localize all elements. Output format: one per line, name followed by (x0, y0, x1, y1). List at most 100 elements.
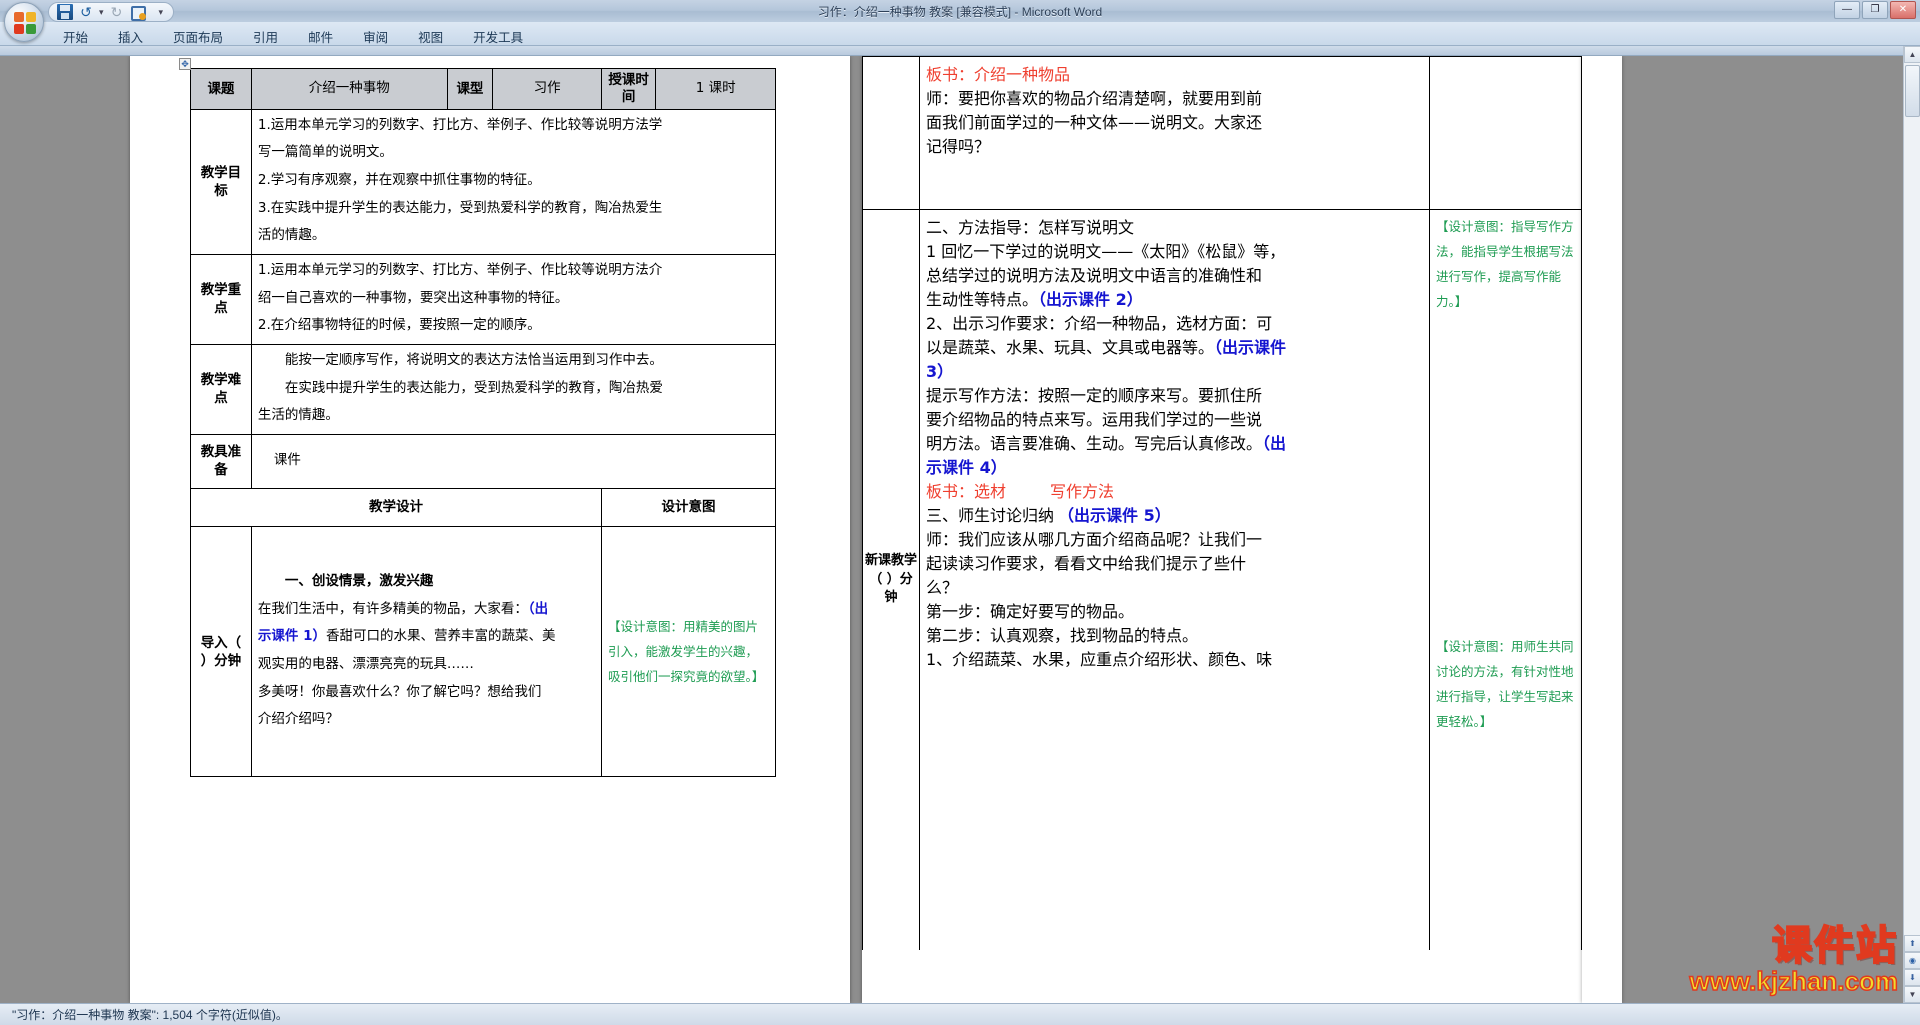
customize-qat-icon[interactable]: ▾ (159, 7, 164, 18)
cell-type-value[interactable]: 习作 (492, 68, 602, 110)
difficulties-label: 教学难点 (190, 343, 252, 435)
scroll-up-button[interactable]: ▲ (1904, 46, 1920, 63)
table-row-intro: 导入（ ）分钟 一、创设情景，激发兴趣 在我们生活中，有许多精美的物品，大家看：… (190, 526, 776, 778)
tab-home[interactable]: 开始 (48, 22, 103, 49)
vertical-scrollbar[interactable]: ▲ ⬆ ◉ ⬇ ▼ (1903, 46, 1920, 1003)
office-logo-icon (14, 12, 36, 34)
intro-line-6: 介绍介绍吗？ (257, 711, 339, 728)
objectives-line-2: 写一篇简单的说明文。 (257, 144, 393, 161)
design-header-left: 教学设计 (190, 487, 602, 528)
method-line-3-text: 生动性等特点。 (926, 290, 1039, 309)
requirement-line-1: 2、出示习作要求：介绍一种物品，选材方面：可 (926, 314, 1273, 333)
table-header-row: 课题 介绍一种事物 课型 习作 授课时间 1 课时 (190, 68, 776, 110)
lesson-plan-table[interactable]: 课题 介绍一种事物 课型 习作 授课时间 1 课时 教学目标 1.运用本单元学习… (190, 68, 777, 778)
new-lesson-content[interactable]: 二、方法指导：怎样写说明文 1 回忆一下学过的说明文——《太阳》《松鼠》等， 总… (920, 210, 1430, 950)
document-page-right-edge (1582, 56, 1622, 1003)
tab-page-layout[interactable]: 页面布局 (158, 22, 238, 49)
window-controls: — ❐ ✕ (1834, 1, 1916, 19)
ribbon-tab-bar: 开始 插入 页面布局 引用 邮件 审阅 视图 开发工具 (0, 22, 1920, 46)
select-browse-object-button[interactable]: ◉ (1904, 952, 1920, 969)
discuss-line-1: 师：我们应该从哪几方面介绍商品呢？让我们一 (926, 530, 1263, 549)
board-line-1: 师：要把你喜欢的物品介绍清楚啊，就要用到前 (926, 89, 1263, 108)
undo-icon[interactable]: ↺ (78, 4, 94, 20)
document-page-2[interactable]: 板书：介绍一种物品 师：要把你喜欢的物品介绍清楚啊，就要用到前 面我们前面学过的… (862, 56, 1582, 1003)
table-row-key-points: 教学重点 1.运用本单元学习的列数字、打比方、举例子、作比较等说明方法介 绍一自… (190, 253, 777, 345)
word-count-status: "习作：介绍一种事物 教案": 1,504 个字符(近似值)。 (12, 1008, 288, 1022)
new-lesson-notes[interactable]: 【设计意图：指导写作方法，能指导学生根据写法进行写作，提高写作能力。】 【设计意… (1430, 210, 1582, 950)
design-note-2: 【设计意图：用师生共同讨论的方法，有针对性地进行指导，让学生写起来更轻松。】 (1436, 639, 1574, 729)
watermark: 课件站 www.kjzhan.com (1689, 925, 1899, 997)
ruler[interactable] (0, 46, 1920, 56)
key-points-line-3: 2.在介绍事物特征的时候，要按照一定的顺序。 (257, 317, 541, 334)
redo-icon[interactable]: ↻ (109, 4, 125, 20)
ribbon-tabs: 开始 插入 页面布局 引用 邮件 审阅 视图 开发工具 (48, 22, 538, 49)
board-title-2b: 写作方法 (1050, 482, 1115, 501)
intro-content[interactable]: 一、创设情景，激发兴趣 在我们生活中，有许多精美的物品，大家看：（出 示课件 1… (250, 526, 603, 778)
cue-courseware-4a: （出 (1262, 434, 1287, 453)
undo-dropdown-icon[interactable]: ▾ (99, 7, 104, 18)
tab-developer[interactable]: 开发工具 (458, 22, 538, 49)
intro-design-note[interactable]: 【设计意图：用精美的图片引入，能激发学生的兴趣，吸引他们一探究竟的欲望。】 (601, 526, 776, 778)
cell-type-label: 课型 (446, 68, 494, 110)
title-bar: 习作：介绍一种事物 教案 [兼容模式] - Microsoft Word — ❐… (0, 0, 1920, 24)
intro-line-3: 示课件 1）香甜可口的水果、营养丰富的蔬菜、美 (258, 624, 595, 650)
right-row-board-content[interactable]: 板书：介绍一种物品 师：要把你喜欢的物品介绍清楚啊，就要用到前 面我们前面学过的… (920, 57, 1430, 209)
difficulties-line-1: 能按一定顺序写作，将说明文的表达方法恰当运用到习作中去。 (284, 351, 663, 368)
objectives-line-4: 3.在实践中提升学生的表达能力，受到热爱科学的教育，陶冶热爱生 (257, 199, 663, 216)
scroll-down-button[interactable]: ▼ (1904, 986, 1920, 1003)
cue-courseware-2: （出示课件 2） (1038, 290, 1143, 309)
method-line-1: 1 回忆一下学过的说明文——《太阳》《松鼠》等， (926, 242, 1286, 261)
materials-value[interactable]: 课件 (250, 433, 777, 489)
previous-page-button[interactable]: ⬆ (1904, 935, 1920, 952)
maximize-button[interactable]: ❐ (1862, 1, 1888, 19)
key-points-content[interactable]: 1.运用本单元学习的列数字、打比方、举例子、作比较等说明方法介 绍一自己喜欢的一… (250, 253, 777, 345)
difficulties-line-2: 在实践中提升学生的表达能力，受到热爱科学的教育，陶冶热爱 (284, 379, 663, 396)
save-icon[interactable] (57, 4, 73, 20)
print-preview-icon[interactable] (130, 4, 146, 21)
discuss-line-4: 第一步：确定好要写的物品。 (926, 602, 1135, 621)
cell-topic-value[interactable]: 介绍一种事物 (250, 68, 448, 110)
requirement-line-2: 以是蔬菜、水果、玩具、文具或电器等。（出示课件 (926, 334, 1423, 358)
table-move-handle-icon[interactable]: ✥ (179, 58, 191, 70)
discuss-line-2: 起读读习作要求，看看文中给我们提示了些什 (926, 554, 1247, 573)
table-row-materials: 教具准备 课件 (190, 433, 777, 489)
quick-access-toolbar: ↺ ▾ ↻ ▾ (48, 2, 175, 22)
tab-insert[interactable]: 插入 (103, 22, 158, 49)
office-button[interactable] (4, 2, 44, 42)
scroll-thumb[interactable] (1905, 65, 1920, 117)
discuss-line-3: 么？ (926, 578, 959, 597)
intro-line-5: 多美呀！你最喜欢什么？你了解它吗？想给我们 (257, 683, 542, 700)
cue-courseware-3b: 3） (926, 362, 954, 381)
materials-label: 教具准备 (190, 433, 252, 489)
close-button[interactable]: ✕ (1890, 1, 1916, 19)
cell-topic-label: 课题 (190, 68, 252, 110)
table-row-design-header: 教学设计 设计意图 (190, 487, 776, 528)
new-lesson-label: 新课教学（ ）分钟 (862, 210, 920, 950)
right-row-new-lesson: 新课教学（ ）分钟 二、方法指导：怎样写说明文 1 回忆一下学过的说明文——《太… (862, 210, 1582, 950)
key-points-label: 教学重点 (190, 253, 252, 345)
tab-mailings[interactable]: 邮件 (293, 22, 348, 49)
right-row-board-note[interactable] (1430, 57, 1582, 209)
objectives-content[interactable]: 1.运用本单元学习的列数字、打比方、举例子、作比较等说明方法学 写一篇简单的说明… (250, 108, 777, 255)
difficulties-content[interactable]: 能按一定顺序写作，将说明文的表达方法恰当运用到习作中去。 在实践中提升学生的表达… (250, 343, 777, 435)
document-page-1[interactable]: 课题 介绍一种事物 课型 习作 授课时间 1 课时 教学目标 1.运用本单元学习… (130, 56, 850, 1003)
section-2-title: 二、方法指导：怎样写说明文 (926, 218, 1135, 237)
document-workspace[interactable]: 课题 介绍一种事物 课型 习作 授课时间 1 课时 教学目标 1.运用本单元学习… (0, 56, 1920, 1003)
intro-label: 导入（ ）分钟 (190, 526, 252, 778)
cue-courseware-4b: 示课件 4） (926, 458, 1007, 477)
tab-review[interactable]: 审阅 (348, 22, 403, 49)
tab-view[interactable]: 视图 (403, 22, 458, 49)
section-3-title: 三、师生讨论归纳 （出示课件 5） (926, 502, 1423, 526)
status-bar: "习作：介绍一种事物 教案": 1,504 个字符(近似值)。 (0, 1003, 1920, 1025)
minimize-button[interactable]: — (1834, 1, 1860, 19)
board-title-1: 板书：介绍一种物品 (926, 65, 1071, 84)
intro-line-3-text: 香甜可口的水果、营养丰富的蔬菜、美 (325, 628, 556, 645)
right-page-table[interactable]: 板书：介绍一种物品 师：要把你喜欢的物品介绍清楚啊，就要用到前 面我们前面学过的… (862, 56, 1582, 950)
next-page-button[interactable]: ⬇ (1904, 969, 1920, 986)
tip-line-2: 要介绍物品的特点来写。运用我们学过的一些说 (926, 410, 1263, 429)
cell-time-value[interactable]: 1 课时 (655, 68, 776, 110)
tab-references[interactable]: 引用 (238, 22, 293, 49)
intro-line-2: 在我们生活中，有许多精美的物品，大家看：（出 (258, 597, 595, 623)
objectives-line-5: 活的情趣。 (257, 227, 326, 244)
method-line-3: 生动性等特点。（出示课件 2） (926, 286, 1423, 310)
